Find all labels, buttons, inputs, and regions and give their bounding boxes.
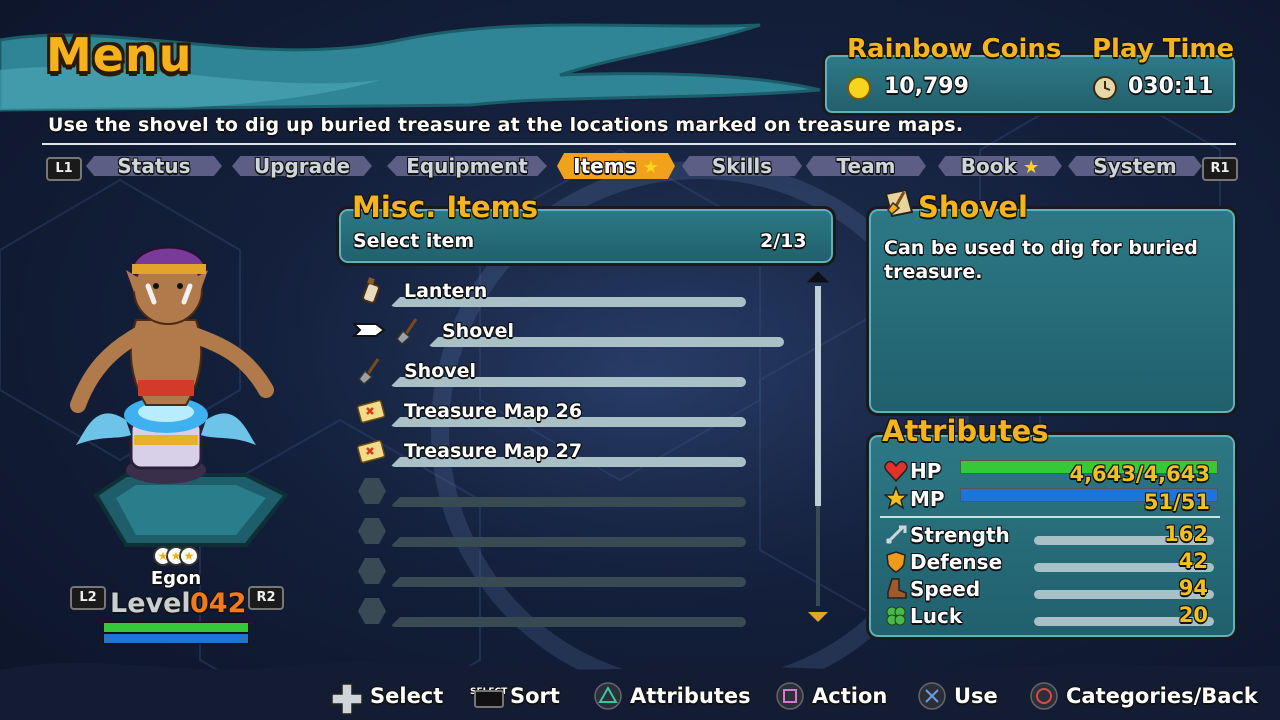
cursor-pointer-icon bbox=[352, 323, 386, 337]
rainbow-coins-label: Rainbow Coins bbox=[847, 34, 1062, 64]
shovel-icon bbox=[884, 188, 914, 218]
list-scrollbar[interactable] bbox=[806, 268, 830, 628]
hp-value: 4,643/4,643 bbox=[1069, 462, 1210, 486]
tab-system[interactable]: System bbox=[1068, 152, 1202, 180]
clock-icon bbox=[1093, 76, 1117, 100]
hint-back: Categories/Back bbox=[1030, 682, 1258, 710]
tab-equipment[interactable]: Equipment bbox=[387, 152, 547, 180]
lantern-icon bbox=[362, 277, 380, 304]
play-time-value: 030:11 bbox=[1128, 74, 1214, 99]
r1-button[interactable]: R1 bbox=[1202, 157, 1238, 181]
list-item-empty[interactable] bbox=[350, 556, 750, 592]
boot-icon bbox=[887, 578, 907, 599]
tab-items[interactable]: Items ★ bbox=[557, 152, 675, 180]
tab-book[interactable]: Book ★ bbox=[938, 152, 1062, 180]
list-item[interactable]: Lantern bbox=[350, 276, 750, 312]
hp-row: HP 4,643/4,643 bbox=[882, 458, 1222, 486]
list-item[interactable]: Shovel bbox=[350, 356, 750, 392]
list-item[interactable]: Treasure Map 26 bbox=[350, 396, 750, 432]
select-button-icon bbox=[474, 690, 504, 708]
character-hp-bar bbox=[103, 622, 249, 633]
clover-icon bbox=[886, 606, 906, 626]
square-button-icon bbox=[776, 682, 804, 710]
attributes-divider bbox=[880, 516, 1220, 518]
detail-title: Shovel bbox=[918, 190, 1028, 224]
empty-slot-icon bbox=[358, 558, 386, 584]
mp-row: MP 51/51 bbox=[882, 486, 1222, 514]
hint-select: Select bbox=[330, 682, 443, 715]
list-item-empty[interactable] bbox=[350, 476, 750, 512]
circle-button-icon bbox=[1030, 682, 1058, 710]
tab-upgrade[interactable]: Upgrade bbox=[232, 152, 372, 180]
tab-status[interactable]: Status bbox=[86, 152, 222, 180]
mp-value: 51/51 bbox=[1143, 490, 1210, 514]
empty-slot-icon bbox=[358, 478, 386, 504]
character-name: Egon bbox=[150, 568, 202, 589]
play-time-label: Play Time bbox=[1092, 34, 1235, 64]
item-list-subtitle: Select item bbox=[353, 230, 475, 252]
star-icon: ★ bbox=[1016, 157, 1040, 178]
l2-button[interactable]: L2 bbox=[70, 586, 106, 610]
list-item[interactable]: Treasure Map 27 bbox=[350, 436, 750, 472]
list-item-empty[interactable] bbox=[350, 596, 750, 632]
category-tabs: L1 Status Upgrade Equipment Items ★ Skil… bbox=[42, 152, 1238, 182]
shield-icon bbox=[886, 551, 906, 573]
stat-row-defense: Defense 42 bbox=[882, 549, 1222, 575]
hint-sort: SELECT Sort bbox=[470, 682, 560, 710]
r2-button[interactable]: R2 bbox=[248, 586, 284, 610]
shovel-icon bbox=[358, 358, 380, 386]
level-value: 042 bbox=[190, 588, 247, 619]
list-item-selected[interactable]: Shovel bbox=[350, 316, 790, 352]
dpad-icon bbox=[331, 683, 363, 715]
detail-description: Can be used to dig for buried treasure. bbox=[884, 237, 1198, 283]
empty-slot-icon bbox=[358, 598, 386, 624]
item-list: Lantern Shovel Shovel Treasure Map 26 Tr… bbox=[350, 270, 810, 640]
stat-row-luck: Luck 20 bbox=[882, 603, 1222, 629]
character-portrait bbox=[70, 246, 290, 547]
treasure-map-icon bbox=[357, 399, 386, 424]
tab-skills[interactable]: Skills bbox=[682, 152, 802, 180]
hint-attributes: Attributes bbox=[594, 682, 751, 710]
heart-icon bbox=[884, 460, 908, 482]
item-count: 2/13 bbox=[760, 230, 807, 252]
hint-action: Action bbox=[776, 682, 887, 710]
list-item-empty[interactable] bbox=[350, 516, 750, 552]
star-icon: ★ bbox=[636, 157, 659, 178]
svg-text:★: ★ bbox=[184, 549, 195, 563]
item-description-bar: Use the shovel to dig up buried treasure… bbox=[48, 114, 964, 136]
attributes-title: Attributes bbox=[882, 414, 1049, 448]
stat-row-strength: Strength 162 bbox=[882, 522, 1222, 548]
triangle-button-icon bbox=[594, 682, 622, 710]
stat-row-speed: Speed 94 bbox=[882, 576, 1222, 602]
cross-button-icon bbox=[918, 682, 946, 710]
treasure-map-icon bbox=[357, 439, 386, 464]
star-icon bbox=[884, 486, 908, 510]
svg-text:★: ★ bbox=[171, 549, 182, 563]
level-label: Level bbox=[110, 588, 191, 619]
character-mp-bar bbox=[103, 633, 249, 644]
l1-button[interactable]: L1 bbox=[46, 157, 82, 181]
coins-value: 10,799 bbox=[884, 74, 969, 99]
hint-use: Use bbox=[918, 682, 998, 710]
svg-text:★: ★ bbox=[158, 549, 169, 563]
coin-icon bbox=[847, 76, 871, 100]
rank-stars-icon: ★ ★ ★ bbox=[153, 546, 199, 566]
header-divider bbox=[42, 143, 1236, 145]
menu-title: Menu bbox=[46, 28, 193, 82]
item-list-title: Misc. Items bbox=[352, 190, 539, 224]
sword-icon bbox=[885, 525, 907, 545]
tab-team[interactable]: Team bbox=[806, 152, 926, 180]
shovel-icon bbox=[396, 318, 418, 346]
empty-slot-icon bbox=[358, 518, 386, 544]
